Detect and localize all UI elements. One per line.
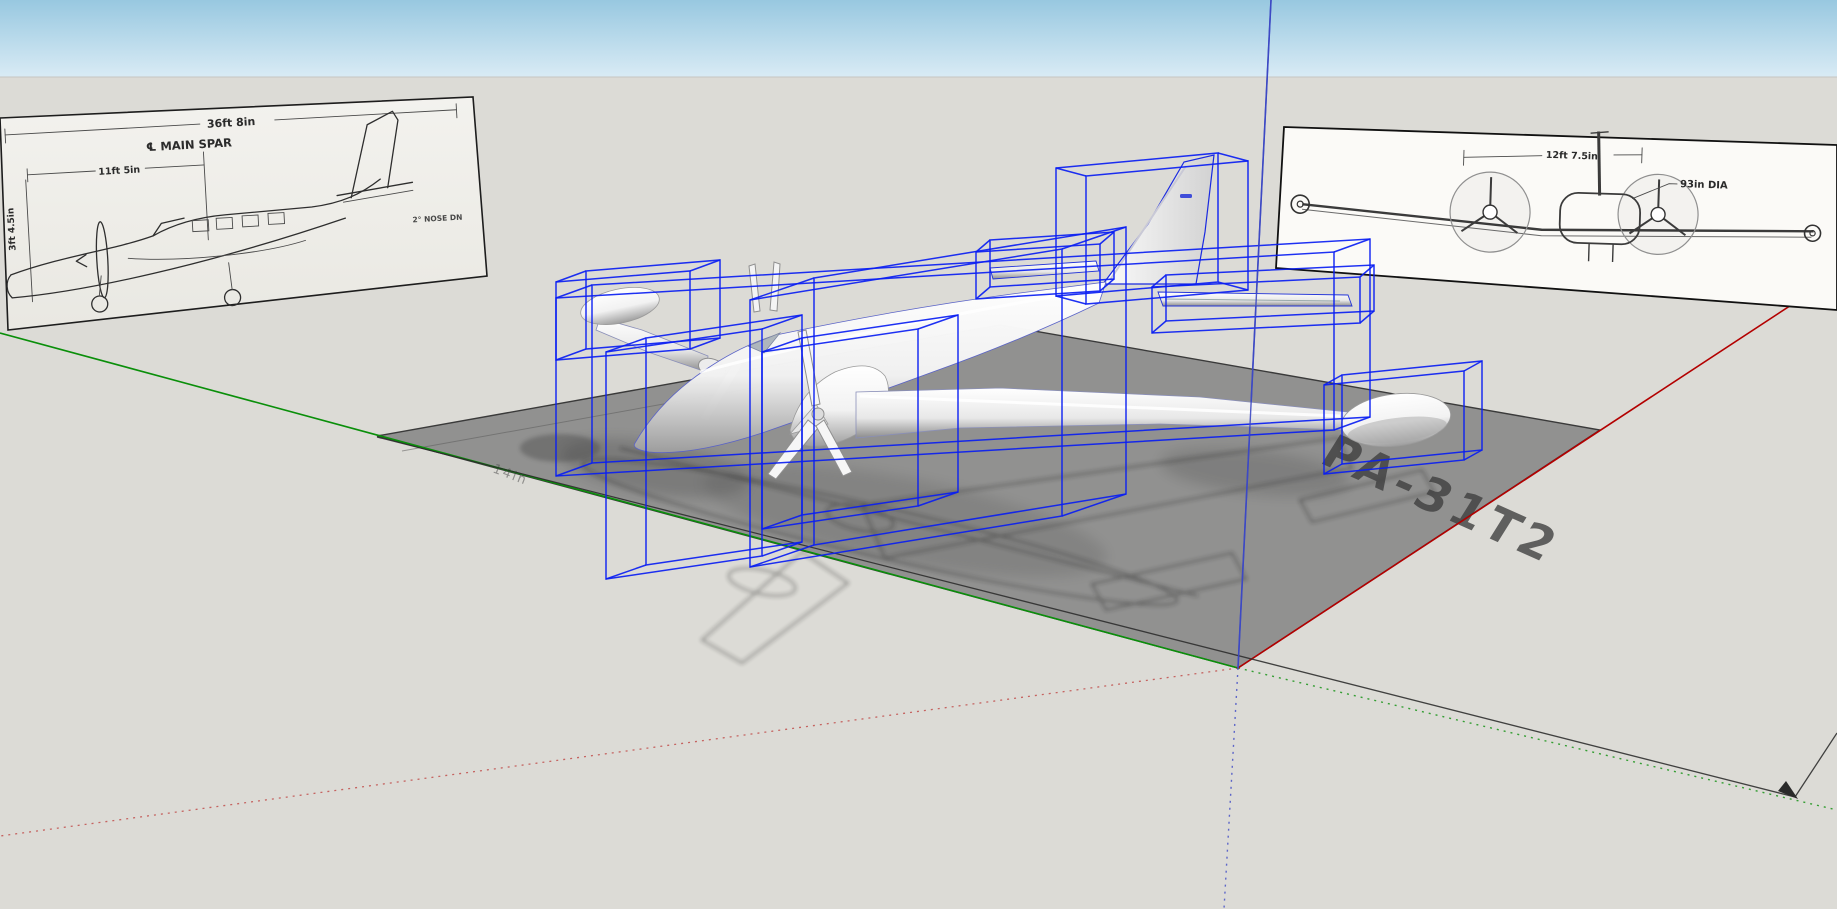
dim-span-label: 12ft 7.5in	[1546, 150, 1599, 163]
dim-mid-label: 11ft 5in	[98, 164, 141, 177]
sky	[0, 0, 1837, 77]
tail-marking	[1180, 194, 1192, 198]
prop-dia-label: 93in DIA	[1680, 179, 1728, 192]
3d-viewport[interactable]: PA-31T2 14in 36ft 8in ℄ MAIN SPAR	[0, 0, 1837, 909]
dim-top-label: 36ft 8in	[207, 115, 256, 131]
